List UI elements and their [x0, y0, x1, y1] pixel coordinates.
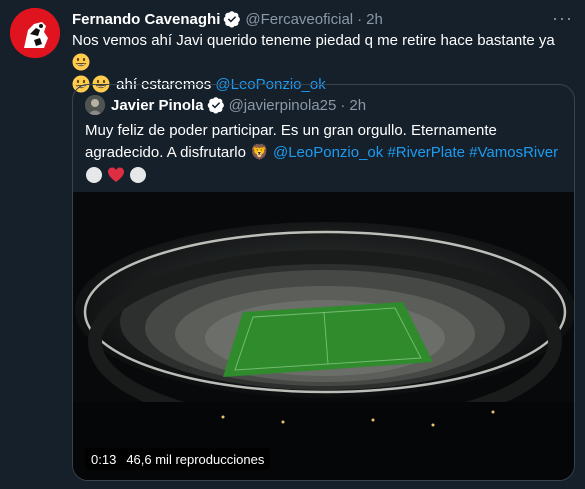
- tweet-timestamp[interactable]: 2h: [366, 11, 383, 28]
- quoted-avatar-image: [85, 95, 105, 115]
- quoted-author-name[interactable]: Javier Pinola: [111, 97, 204, 114]
- quoted-tweet[interactable]: Javier Pinola @javierpinola25 · 2h Muy f…: [72, 84, 575, 481]
- author-name[interactable]: Fernando Cavenaghi: [72, 11, 220, 28]
- video-info-badge: 0:13 46,6 mil reproducciones: [85, 448, 271, 470]
- video-view-count: 46,6 mil reproducciones: [126, 451, 265, 467]
- hashtag-vamosriver[interactable]: #VamosRiver: [469, 144, 558, 161]
- video-duration: 0:13: [91, 451, 117, 467]
- quoted-author-avatar[interactable]: [85, 95, 105, 115]
- quoted-author-handle[interactable]: @javierpinola25: [229, 97, 337, 114]
- separator-dot: ·: [357, 10, 363, 28]
- verified-badge-icon: [207, 97, 224, 114]
- tweet[interactable]: Fernando Cavenaghi @Fercaveoficial · 2h …: [0, 0, 585, 489]
- white-circle-icon: [130, 167, 146, 183]
- white-circle-icon: [86, 167, 102, 183]
- emoji-row: [85, 164, 563, 186]
- video-player[interactable]: 0:13 46,6 mil reproducciones: [73, 192, 574, 480]
- quoted-tweet-text: Muy feliz de poder participar. Es un gra…: [85, 120, 563, 186]
- grinning-face-icon: [72, 53, 90, 71]
- red-heart-icon: [108, 167, 124, 182]
- tweet-header: Fernando Cavenaghi @Fercaveoficial · 2h: [72, 8, 573, 30]
- author-avatar[interactable]: [10, 8, 60, 58]
- tweet-text-part1: Nos vemos ahí Javi querido teneme piedad…: [72, 32, 555, 49]
- hashtag-riverplate[interactable]: #RiverPlate: [387, 144, 465, 161]
- stadium-video-thumbnail: [73, 192, 574, 480]
- quoted-tweet-header: Javier Pinola @javierpinola25 · 2h: [85, 95, 366, 115]
- author-handle[interactable]: @Fercaveoficial: [245, 11, 353, 28]
- quoted-tweet-timestamp[interactable]: 2h: [349, 97, 366, 114]
- verified-badge-icon: [224, 11, 241, 28]
- separator-dot: ·: [340, 96, 346, 114]
- quoted-mention-link[interactable]: @LeoPonzio_ok: [273, 144, 383, 161]
- avatar-image: [10, 8, 60, 58]
- lion-emoji-icon: 🦁: [250, 144, 269, 161]
- more-options-icon[interactable]: ···: [552, 8, 573, 29]
